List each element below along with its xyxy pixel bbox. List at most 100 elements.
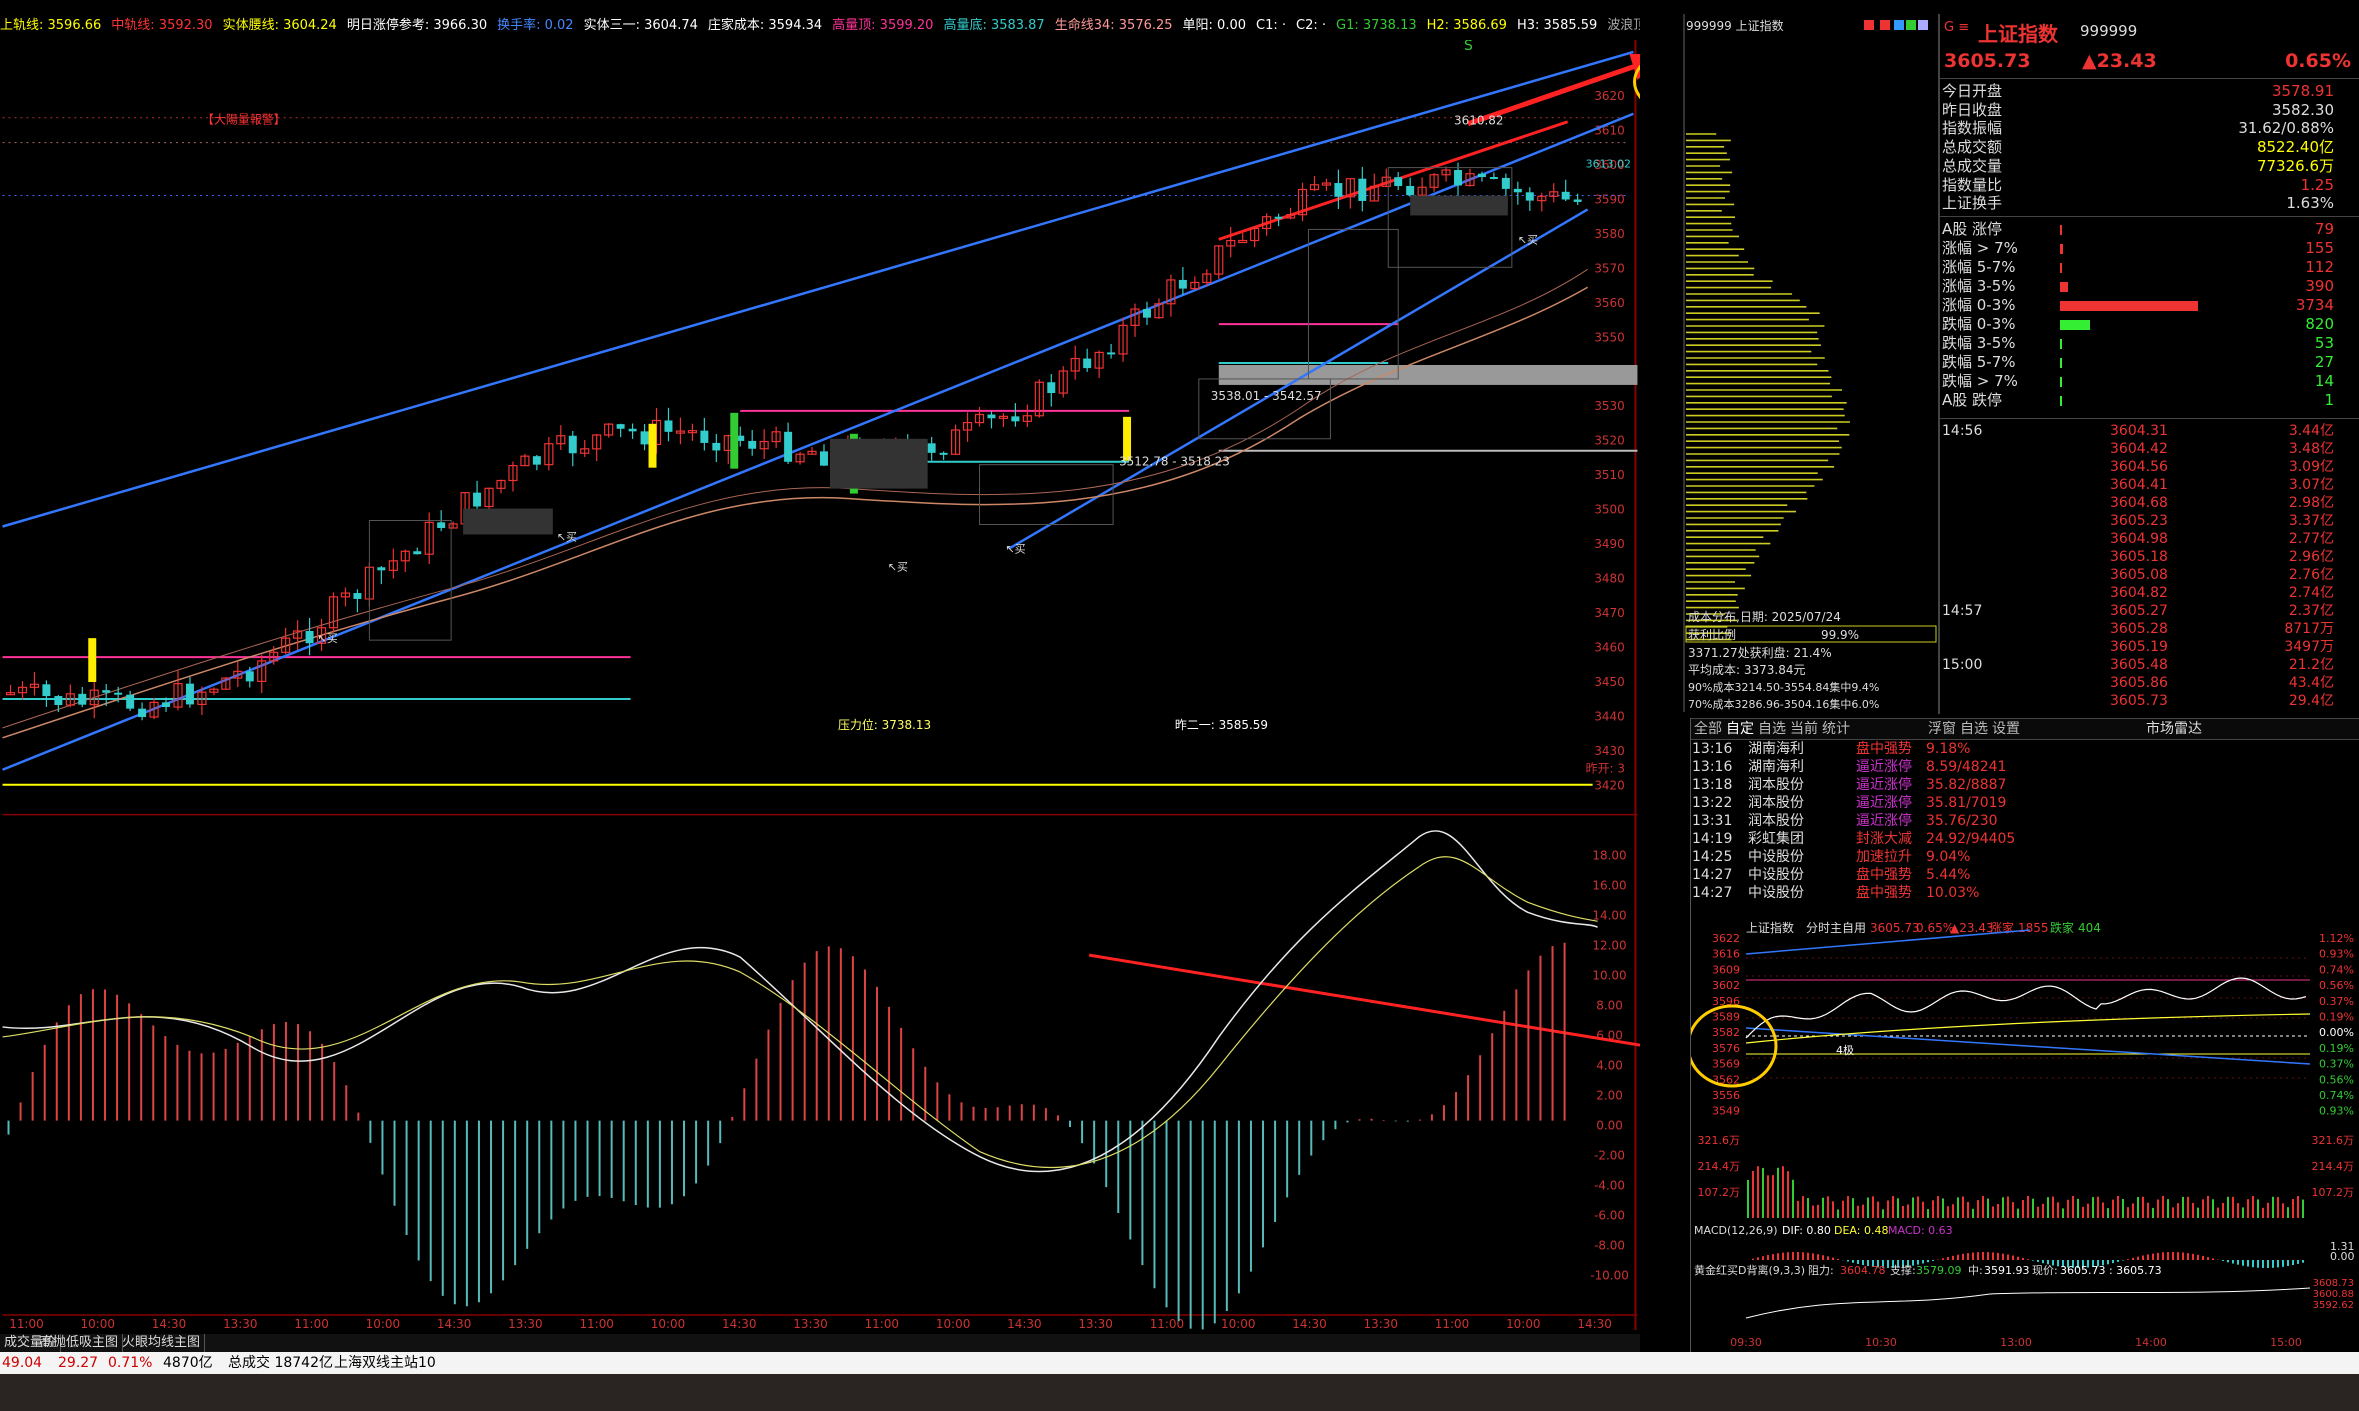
tick-amount: 29.4亿 bbox=[2288, 693, 2334, 709]
candle-body bbox=[616, 424, 625, 429]
breadth-row: 跌幅 3-5% 53 bbox=[1940, 334, 2340, 353]
macd-axis-label: 16.00 bbox=[1592, 878, 1626, 892]
intraday-chart[interactable]: 上证指数 分时主自用 3605.730.65%▲23.43涨家 1855 跌家 40436… bbox=[1690, 918, 2359, 1352]
time-axis-label: 10:00 bbox=[366, 1317, 400, 1330]
stock-pct: 0.65% bbox=[2285, 50, 2351, 72]
breadth-bar bbox=[2060, 339, 2062, 349]
breadth-bar bbox=[2060, 263, 2063, 273]
breadth-label: 涨幅 3-5% bbox=[1942, 277, 2016, 295]
alert-tabs: 全部 自定 自选 当前 统计 浮窗 自选 设置 市场雷达 bbox=[1690, 718, 2359, 740]
alert-row: 13:16 湖南海利 盘中强势 9.18% bbox=[1690, 740, 1990, 758]
mini-down-count: 404 bbox=[2078, 921, 2101, 935]
cost-line: 70%成本3286.96-3504.16集中6.0% bbox=[1688, 697, 1879, 711]
tick-amount: 21.2亿 bbox=[2288, 657, 2334, 673]
candle-body bbox=[1178, 279, 1187, 289]
alert-stock: 润本股份 bbox=[1748, 813, 1804, 829]
mini-vol-axis-label: 321.6万 bbox=[1698, 1134, 1741, 1147]
time-axis-label: 11:00 bbox=[579, 1317, 613, 1330]
tick-row: 3604.68 2.98亿 bbox=[1940, 494, 2340, 512]
time-axis-label: 13:30 bbox=[508, 1317, 542, 1330]
status-value-2: 29.27 bbox=[58, 1355, 99, 1371]
breadth-value: 27 bbox=[2314, 353, 2334, 371]
candle-body bbox=[1477, 173, 1486, 178]
time-axis-label: 14:30 bbox=[1292, 1317, 1326, 1330]
alert-option[interactable]: 自选 bbox=[1960, 719, 1988, 739]
alert-row: 13:22 润本股份 逼近涨停 35.81/7019 bbox=[1690, 794, 2006, 812]
alert-time: 13:22 bbox=[1692, 795, 1733, 811]
yellow-candle bbox=[88, 638, 97, 683]
tick-row: 3604.56 3.09亿 bbox=[1940, 458, 2340, 476]
breadth-bar bbox=[2060, 320, 2091, 330]
breadth-value: 1 bbox=[2324, 391, 2334, 409]
breadth-bar bbox=[2060, 377, 2062, 387]
quote-stat-label: 指数量比 bbox=[1942, 175, 2003, 194]
breadth-row: 跌幅 5-7% 27 bbox=[1940, 353, 2340, 372]
mini-price-axis-label: 3589 bbox=[1712, 1011, 1740, 1024]
tick-row: 14:56 3604.31 3.44亿 bbox=[1940, 422, 2340, 440]
quote-stat-row: 昨日收盘 3582.30 bbox=[1940, 101, 2340, 120]
status-value-4: 4870亿 bbox=[163, 1355, 213, 1371]
price-axis-label: 3570 bbox=[1594, 261, 1624, 275]
tick-time: 15:00 bbox=[1942, 657, 1983, 673]
price-axis-label: 3440 bbox=[1594, 710, 1624, 724]
alert-option[interactable]: 设置 bbox=[1992, 719, 2020, 739]
quote-stat-label: 上证换手 bbox=[1942, 194, 2003, 213]
quote-stat-label: 今日开盘 bbox=[1942, 82, 2003, 100]
price-axis-label: 3510 bbox=[1594, 468, 1624, 482]
alert-value: 9.18% bbox=[1926, 741, 1971, 757]
breadth-label: 涨幅 5-7% bbox=[1942, 258, 2016, 276]
cost-line: 平均成本: 3373.84元 bbox=[1688, 663, 1805, 677]
alert-tab[interactable]: 全部 bbox=[1694, 719, 1722, 739]
candle-body bbox=[162, 702, 171, 708]
tick-amount: 2.98亿 bbox=[2288, 495, 2334, 511]
macd-axis-label: -4.00 bbox=[1594, 1179, 1625, 1193]
indicator-value: 换手率: 0.02 bbox=[497, 18, 574, 33]
breadth-row: 涨幅 3-5% 390 bbox=[1940, 277, 2340, 296]
price-axis-label: 3450 bbox=[1594, 675, 1624, 689]
alert-stock: 彩虹集团 bbox=[1748, 831, 1804, 847]
alert-tab[interactable]: 自定 bbox=[1726, 719, 1754, 739]
quote-stat-label: 指数振幅 bbox=[1942, 119, 2003, 138]
mini-down-label: 跌家 bbox=[2050, 920, 2074, 935]
alert-option[interactable]: 浮窗 bbox=[1928, 719, 1956, 739]
alert-time: 13:16 bbox=[1692, 741, 1733, 757]
quote-header: G ≡ 上证指数 999999 3605.73 ▲23.43 0.65% bbox=[1940, 14, 2359, 78]
breadth-bar bbox=[2060, 301, 2198, 311]
candle-body bbox=[245, 671, 254, 682]
alert-signal: 逼近涨停 bbox=[1856, 759, 1912, 775]
indicator-value: 实体三一: 3604.74 bbox=[583, 18, 698, 33]
price-axis-label: 3550 bbox=[1594, 330, 1624, 344]
status-total-volume: 总成交 18742亿 bbox=[228, 1355, 333, 1371]
chart-tab[interactable]: 高抛低吸主图 bbox=[36, 1334, 124, 1352]
candle-body bbox=[377, 567, 386, 571]
price-axis-label: 3590 bbox=[1594, 192, 1624, 206]
tick-row: 3604.98 2.77亿 bbox=[1940, 530, 2340, 548]
alert-tab[interactable]: 统计 bbox=[1822, 719, 1850, 739]
toolbar-icon bbox=[1880, 20, 1890, 30]
indicator-value: H3: 3585.59 bbox=[1516, 18, 1598, 33]
bottom-tabs: 成交量价 高抛低吸主图 火眼均线主图 bbox=[0, 1334, 1640, 1352]
breadth-bar bbox=[2060, 244, 2063, 254]
time-axis-label: 11:00 bbox=[9, 1317, 43, 1330]
candle-body bbox=[1513, 188, 1522, 193]
status-value-1: 49.04 bbox=[2, 1355, 43, 1371]
tick-time: 14:57 bbox=[1942, 603, 1983, 619]
tick-amount: 2.77亿 bbox=[2288, 531, 2334, 547]
panel-divider bbox=[1940, 78, 2359, 79]
candle-body bbox=[437, 522, 446, 529]
mini-price-axis-label: 3582 bbox=[1712, 1026, 1740, 1039]
mini-pct-axis-label: 1.12% bbox=[2319, 932, 2354, 945]
alert-tab[interactable]: 当前 bbox=[1790, 719, 1818, 739]
chart-tab[interactable]: 火眼均线主图 bbox=[118, 1334, 206, 1352]
indicator-bar: 上轨线: 3596.66 中轨线: 3592.30 实体腰线: 3604.24 明日涨… bbox=[0, 14, 1640, 38]
toolbar-icon bbox=[1894, 20, 1904, 30]
time-axis-label: 11:00 bbox=[1435, 1317, 1469, 1330]
breadth-label: A股 涨停 bbox=[1942, 220, 2003, 238]
g-icon[interactable]: G ≡ bbox=[1944, 20, 1969, 35]
alert-tab[interactable]: 自选 bbox=[1758, 719, 1786, 739]
cost-distribution-panel: 999999 上证指数成本分布,日期: 2025/07/24 获利比例 99.9% 3… bbox=[1683, 14, 1937, 712]
mini-bs-axis-label: 3608.73 bbox=[2313, 1278, 2354, 1289]
tick-price: 3605.19 bbox=[2110, 639, 2168, 655]
main-kline-chart[interactable]: 3620361036003590358035703560355035403530… bbox=[0, 40, 1640, 1330]
quote-stat-value: 3578.91 bbox=[2271, 82, 2334, 100]
